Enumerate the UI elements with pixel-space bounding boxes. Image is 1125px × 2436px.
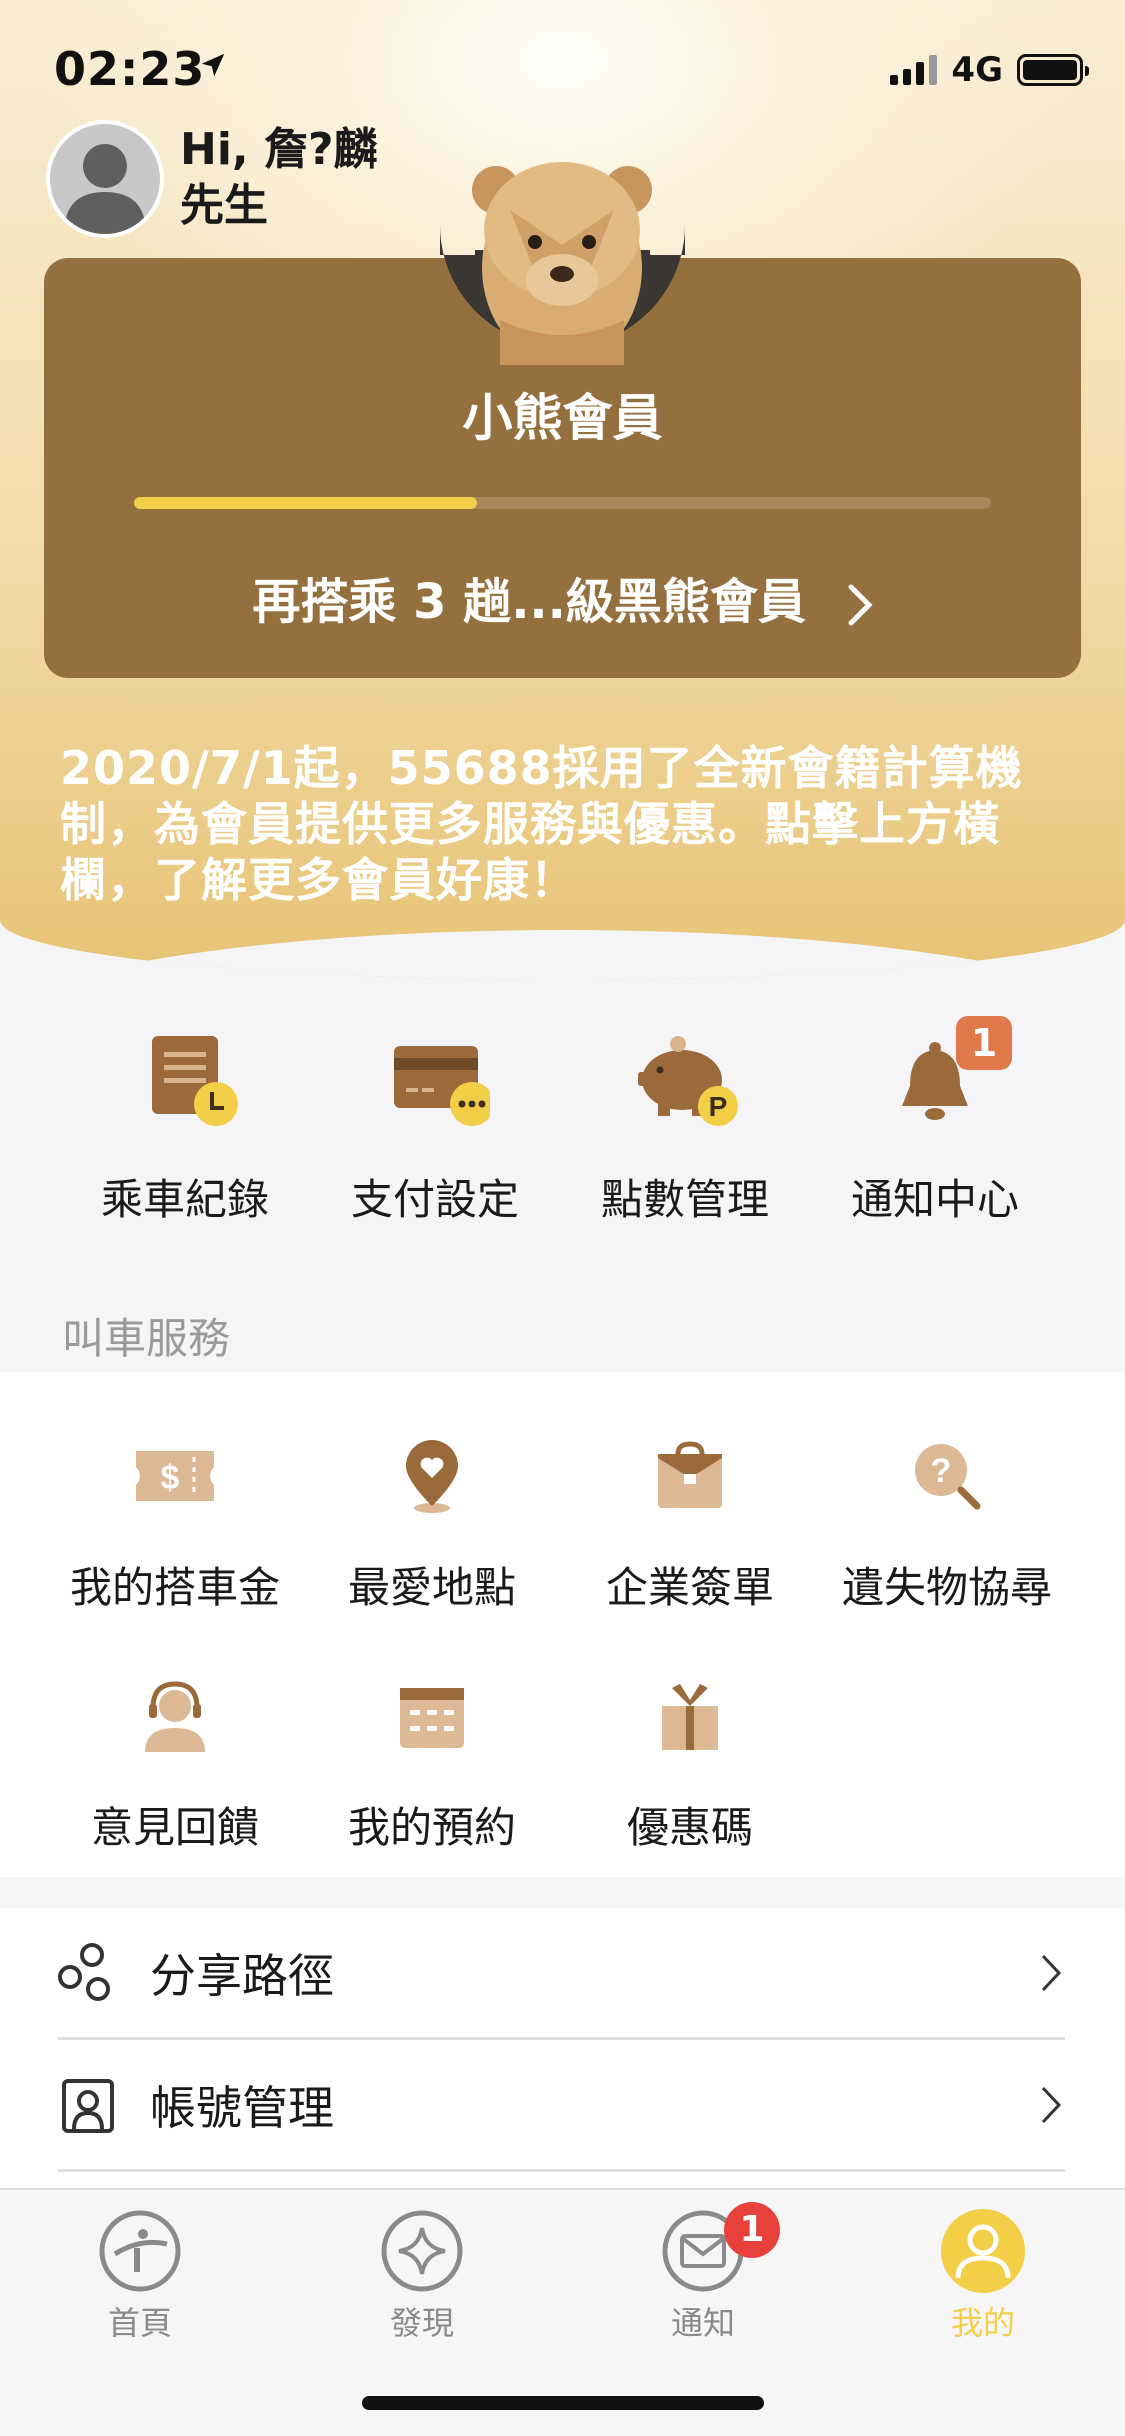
quick-label: 通知中心 — [850, 1175, 1019, 1224]
quick-label: 點數管理 — [600, 1175, 769, 1224]
settings-list: 分享路徑 帳號管理 — [0, 1908, 1125, 2188]
question-search-icon: ? — [915, 1444, 981, 1510]
quick-points[interactable]: P 點數管理 — [560, 1030, 810, 1227]
status-time: 02:23 — [54, 42, 206, 96]
account-icon — [62, 2078, 114, 2133]
list-item-label: 分享路徑 — [150, 1948, 334, 2003]
piggy-bank-icon: P — [638, 1036, 738, 1126]
service-label: 意見回饋 — [90, 1803, 259, 1852]
quick-actions: 乘車紀錄 支付設定 P 點數管理 1 通知中心 — [0, 1016, 1125, 1227]
tab-notifications[interactable]: 1 通知 — [628, 2202, 780, 2344]
payment-card-icon — [394, 1046, 490, 1126]
tab-badge: 1 — [724, 2202, 780, 2258]
list-item-share-route[interactable]: 分享路徑 — [58, 1908, 1065, 2040]
battery-icon — [1017, 54, 1089, 86]
quick-payment[interactable]: 支付設定 — [310, 1030, 560, 1227]
tab-discover[interactable]: 發現 — [347, 2208, 497, 2344]
tab-label: 我的 — [950, 2304, 1015, 2342]
header-curve — [0, 930, 1125, 980]
notification-badge: 1 — [956, 1016, 1012, 1070]
upgrade-text: 再搭乘 3 趟...級黑熊會員 — [252, 574, 806, 630]
user-silhouette-icon — [64, 144, 146, 234]
service-corporate-billing[interactable]: 企業簽單 — [560, 1426, 820, 1615]
service-feedback[interactable]: 意見回饋 — [45, 1666, 305, 1855]
tab-label: 發現 — [389, 2304, 454, 2342]
network-type: 4G — [951, 50, 1003, 90]
chevron-right-icon — [1041, 2086, 1062, 2123]
services-panel: $ 我的搭車金 最愛地點 企業簽單 ? 遺失物協尋 意見回饋 我的預約 優惠碼 — [0, 1372, 1125, 1877]
calendar-icon — [400, 1688, 464, 1748]
tab-label: 通知 — [670, 2304, 735, 2342]
list-item-account[interactable]: 帳號管理 — [58, 2040, 1065, 2172]
svg-text:?: ? — [931, 1452, 952, 1490]
service-label: 我的搭車金 — [69, 1563, 280, 1612]
bear-mascot-icon — [440, 162, 685, 365]
service-label: 優惠碼 — [626, 1803, 753, 1852]
avatar[interactable] — [46, 120, 164, 238]
location-arrow-icon — [201, 53, 225, 77]
quick-notifications[interactable]: 1 通知中心 — [810, 1016, 1060, 1227]
member-tier: 小熊會員 — [462, 389, 663, 447]
chevron-right-icon — [1041, 1954, 1062, 1991]
list-item-label: 帳號管理 — [150, 2080, 334, 2135]
quick-ride-record[interactable]: 乘車紀錄 — [60, 1030, 310, 1227]
sparkle-icon — [381, 2210, 463, 2292]
service-label: 遺失物協尋 — [841, 1563, 1052, 1612]
service-favorite-places[interactable]: 最愛地點 — [302, 1426, 562, 1615]
tab-profile[interactable]: 我的 — [908, 2208, 1058, 2344]
status-indicators: 4G — [890, 50, 1089, 90]
profile-icon — [941, 2209, 1025, 2293]
share-icon — [58, 1942, 110, 2001]
membership-notice[interactable]: 2020/7/1起，55688採用了全新會籍計算機制，為會員提供更多服務與優惠。… — [60, 740, 1070, 908]
briefcase-icon — [658, 1441, 722, 1508]
svg-text:P: P — [709, 1091, 728, 1122]
service-label: 企業簽單 — [605, 1563, 774, 1612]
ticket-dollar-icon: $ — [136, 1451, 214, 1501]
tier-progress-bar — [134, 497, 991, 509]
gift-icon — [662, 1684, 718, 1750]
greeting-name: Hi, 詹?麟 — [180, 124, 378, 175]
ride-record-icon — [152, 1036, 238, 1126]
greeting-title: 先生 — [180, 180, 268, 231]
tab-label: 首頁 — [107, 2304, 172, 2342]
service-reservations[interactable]: 我的預約 — [302, 1666, 562, 1855]
chevron-right-icon — [848, 584, 873, 626]
headset-person-icon — [145, 1681, 205, 1752]
svg-text:$: $ — [161, 1459, 180, 1497]
tier-progress-fill — [134, 497, 477, 509]
service-label: 我的預約 — [347, 1803, 516, 1852]
home-logo-icon — [99, 2210, 181, 2292]
tab-home[interactable]: 首頁 — [65, 2208, 215, 2344]
upgrade-link[interactable]: 再搭乘 3 趟...級黑熊會員 — [0, 562, 1125, 632]
quick-label: 乘車紀錄 — [100, 1175, 269, 1224]
service-lost-found[interactable]: ? 遺失物協尋 — [817, 1426, 1077, 1615]
quick-label: 支付設定 — [350, 1175, 519, 1224]
service-promo-code[interactable]: 優惠碼 — [560, 1666, 820, 1855]
heart-pin-icon — [406, 1440, 458, 1513]
section-title-services: 叫車服務 — [62, 1314, 231, 1363]
signal-icon — [890, 55, 938, 85]
service-ride-credit[interactable]: $ 我的搭車金 — [45, 1426, 305, 1615]
home-indicator — [362, 2396, 764, 2410]
service-label: 最愛地點 — [347, 1563, 516, 1612]
greeting: Hi, 詹?麟 先生 — [180, 122, 377, 234]
